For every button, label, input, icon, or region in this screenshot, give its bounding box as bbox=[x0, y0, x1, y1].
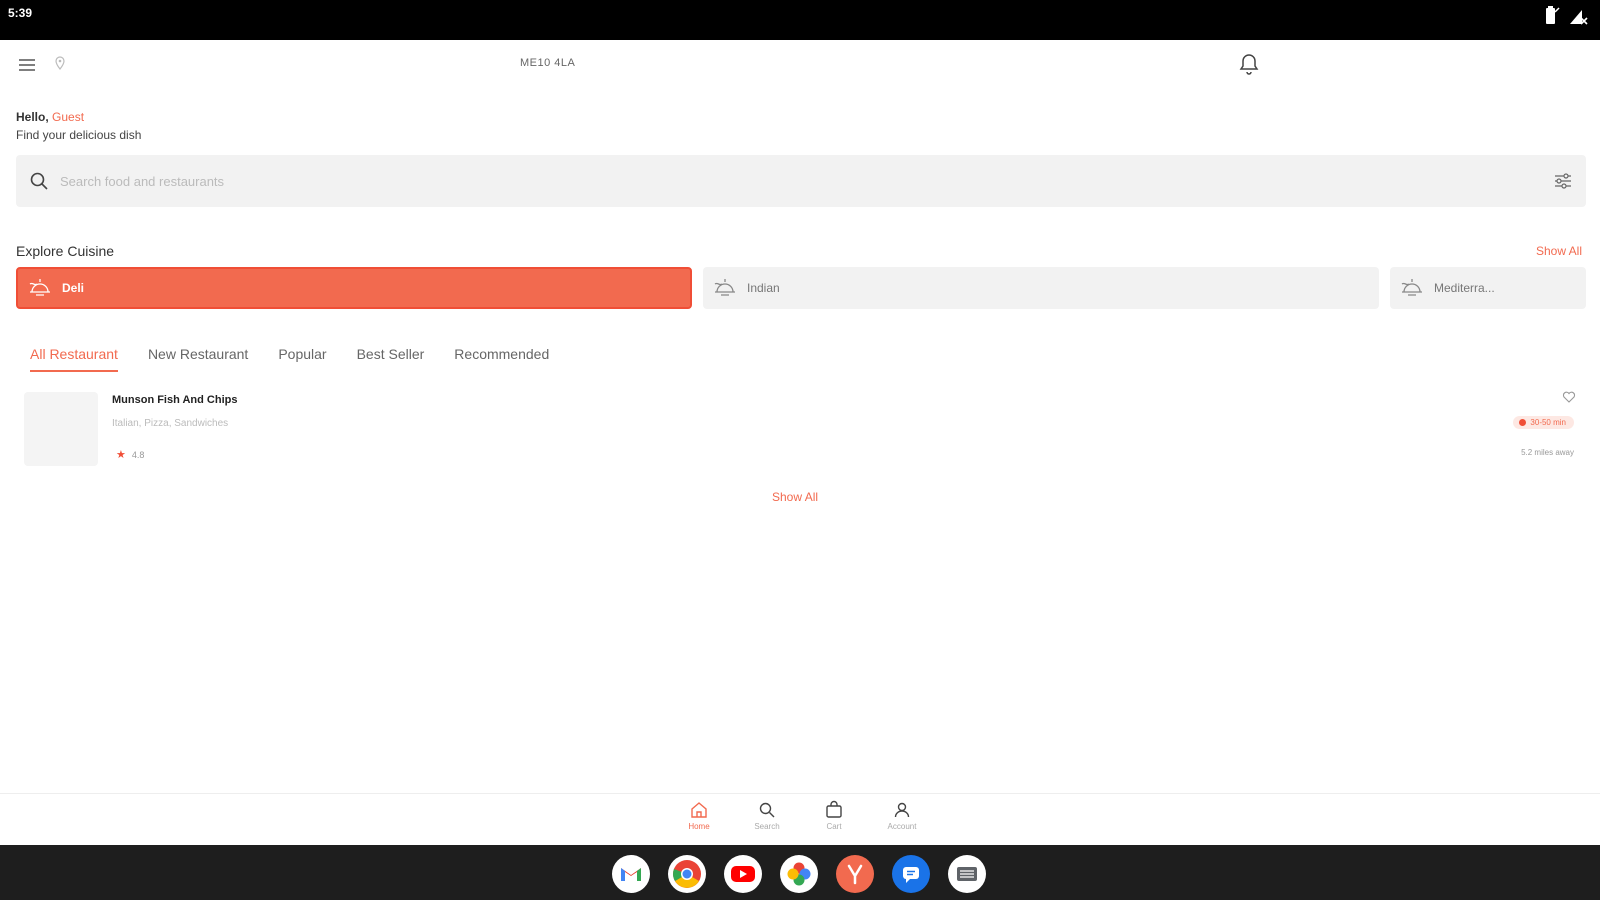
tab-popular[interactable]: Popular bbox=[278, 346, 326, 372]
nav-search[interactable]: Search bbox=[737, 800, 797, 831]
search-bar bbox=[16, 155, 1586, 207]
nav-label: Search bbox=[754, 822, 780, 831]
greeting-hello: Hello, bbox=[16, 110, 53, 124]
cuisine-chip-indian[interactable]: Indian bbox=[703, 267, 1379, 309]
cart-icon bbox=[826, 800, 842, 818]
youtube-icon[interactable] bbox=[724, 855, 762, 893]
nav-cart[interactable]: Cart bbox=[804, 800, 864, 831]
nav-label: Home bbox=[688, 822, 710, 831]
restaurant-thumbnail bbox=[24, 392, 98, 466]
delivery-time-value: 30-50 min bbox=[1530, 418, 1566, 427]
home-icon bbox=[691, 802, 707, 818]
current-location[interactable]: ME10 4LA bbox=[520, 57, 575, 69]
nav-label: Account bbox=[887, 822, 917, 831]
food-app-icon[interactable] bbox=[836, 855, 874, 893]
cuisine-label: Deli bbox=[62, 281, 85, 295]
delivery-time-badge: 30-50 min bbox=[1513, 416, 1574, 429]
messages-icon[interactable] bbox=[892, 855, 930, 893]
cuisine-dish-icon bbox=[26, 274, 54, 302]
greeting: Hello, Guest bbox=[16, 110, 84, 124]
restaurant-rating: ★ 4.8 bbox=[116, 448, 144, 461]
status-icons bbox=[1542, 6, 1588, 26]
nav-home[interactable]: Home bbox=[669, 800, 729, 831]
cuisine-label: Indian bbox=[747, 281, 780, 295]
account-icon bbox=[894, 802, 910, 818]
system-taskbar bbox=[0, 845, 1600, 900]
files-icon[interactable] bbox=[948, 855, 986, 893]
cuisine-chip-mediterranean[interactable]: Mediterra... bbox=[1390, 267, 1586, 309]
restaurant-name: Munson Fish And Chips bbox=[112, 394, 238, 406]
hamburger-menu-icon[interactable] bbox=[16, 54, 38, 76]
filter-icon[interactable] bbox=[1552, 170, 1574, 192]
restaurant-filter-tabs: All Restaurant New Restaurant Popular Be… bbox=[30, 346, 549, 372]
clock-dot-icon bbox=[1519, 419, 1527, 426]
restaurant-cuisines: Italian, Pizza, Sandwiches bbox=[112, 418, 229, 429]
bell-icon[interactable] bbox=[1238, 52, 1260, 76]
rating-value: 4.8 bbox=[131, 449, 145, 460]
nav-label: Cart bbox=[826, 822, 842, 831]
favorite-heart-icon[interactable] bbox=[1562, 390, 1576, 404]
tab-new-restaurant[interactable]: New Restaurant bbox=[148, 346, 248, 372]
tab-all-restaurant[interactable]: All Restaurant bbox=[30, 346, 118, 372]
search-input[interactable] bbox=[60, 155, 1500, 207]
star-icon: ★ bbox=[116, 449, 126, 461]
photos-icon[interactable] bbox=[780, 855, 818, 893]
greeting-user-name: Guest bbox=[52, 110, 85, 124]
cuisine-label: Mediterra... bbox=[1434, 281, 1495, 295]
restaurant-list-item[interactable]: Munson Fish And Chips Italian, Pizza, Sa… bbox=[16, 388, 1586, 472]
location-pin-icon[interactable] bbox=[54, 56, 66, 72]
cuisine-dish-icon bbox=[1398, 274, 1426, 302]
app-header: ME10 4LA bbox=[0, 40, 1600, 90]
battery-icon bbox=[1542, 6, 1560, 26]
chrome-icon[interactable] bbox=[668, 855, 706, 893]
search-icon bbox=[28, 170, 50, 192]
bottom-navigation: Home Search Cart Account bbox=[0, 793, 1600, 845]
system-status-bar: 5:39 bbox=[0, 0, 1600, 40]
explore-cuisine-title: Explore Cuisine bbox=[16, 243, 115, 259]
cuisine-show-all-link[interactable]: Show All bbox=[1536, 244, 1582, 258]
tab-recommended[interactable]: Recommended bbox=[454, 346, 549, 372]
greeting-subtitle: Find your delicious dish bbox=[16, 128, 142, 142]
no-signal-icon bbox=[1568, 6, 1588, 26]
restaurant-distance: 5.2 miles away bbox=[1521, 448, 1574, 457]
gmail-icon[interactable] bbox=[612, 855, 650, 893]
search-icon bbox=[759, 802, 775, 818]
restaurants-show-all-link[interactable]: Show All bbox=[772, 490, 818, 504]
status-time: 5:39 bbox=[8, 6, 33, 20]
cuisine-chip-deli[interactable]: Deli bbox=[16, 267, 692, 309]
nav-account[interactable]: Account bbox=[872, 800, 932, 831]
cuisine-dish-icon bbox=[711, 274, 739, 302]
tab-best-seller[interactable]: Best Seller bbox=[357, 346, 425, 372]
